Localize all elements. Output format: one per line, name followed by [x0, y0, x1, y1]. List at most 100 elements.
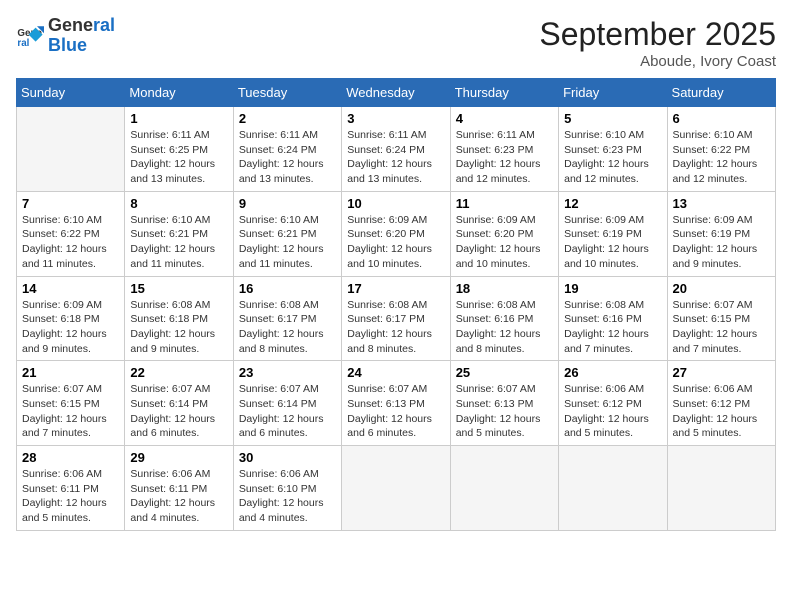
logo-text-line1: General [48, 16, 115, 36]
day-info: Sunrise: 6:06 AMSunset: 6:11 PMDaylight:… [22, 467, 119, 526]
day-info: Sunrise: 6:11 AMSunset: 6:24 PMDaylight:… [347, 128, 444, 187]
day-number: 13 [673, 196, 770, 211]
calendar-cell: 8 Sunrise: 6:10 AMSunset: 6:21 PMDaylight… [125, 191, 233, 276]
day-info: Sunrise: 6:06 AMSunset: 6:12 PMDaylight:… [564, 382, 661, 441]
day-info: Sunrise: 6:07 AMSunset: 6:13 PMDaylight:… [456, 382, 553, 441]
calendar-cell: 24 Sunrise: 6:07 AMSunset: 6:13 PMDayligh… [342, 361, 450, 446]
weekday-header: Tuesday [233, 79, 341, 107]
day-number: 17 [347, 281, 444, 296]
day-number: 20 [673, 281, 770, 296]
calendar-cell [450, 446, 558, 531]
day-number: 25 [456, 365, 553, 380]
day-info: Sunrise: 6:11 AMSunset: 6:25 PMDaylight:… [130, 128, 227, 187]
logo: Gene ral General Blue [16, 16, 115, 56]
day-info: Sunrise: 6:07 AMSunset: 6:14 PMDaylight:… [239, 382, 336, 441]
day-info: Sunrise: 6:09 AMSunset: 6:19 PMDaylight:… [564, 213, 661, 272]
day-number: 7 [22, 196, 119, 211]
page-header: Gene ral General Blue September 2025 Abo… [16, 16, 776, 70]
day-number: 5 [564, 111, 661, 126]
calendar-cell [17, 107, 125, 192]
calendar-week-row: 21Sunrise: 6:07 AMSunset: 6:15 PMDayligh… [17, 361, 776, 446]
calendar-week-row: 28Sunrise: 6:06 AMSunset: 6:11 PMDayligh… [17, 446, 776, 531]
calendar-cell: 26 Sunrise: 6:06 AMSunset: 6:12 PMDayligh… [559, 361, 667, 446]
calendar-cell: 19Sunrise: 6:08 AMSunset: 6:16 PMDayligh… [559, 276, 667, 361]
calendar-week-row: 1Sunrise: 6:11 AMSunset: 6:25 PMDaylight… [17, 107, 776, 192]
calendar-table: SundayMondayTuesdayWednesdayThursdayFrid… [16, 78, 776, 531]
day-info: Sunrise: 6:09 AMSunset: 6:18 PMDaylight:… [22, 298, 119, 357]
title-block: September 2025 Aboude, Ivory Coast [539, 16, 776, 70]
calendar-cell: 10 Sunrise: 6:09 AMSunset: 6:20 PMDayligh… [342, 191, 450, 276]
calendar-cell: 13 Sunrise: 6:09 AMSunset: 6:19 PMDayligh… [667, 191, 775, 276]
calendar-cell: 14 Sunrise: 6:09 AMSunset: 6:18 PMDayligh… [17, 276, 125, 361]
calendar-week-row: 7 Sunrise: 6:10 AMSunset: 6:22 PMDaylight… [17, 191, 776, 276]
day-info: Sunrise: 6:10 AMSunset: 6:21 PMDaylight:… [130, 213, 227, 272]
day-info: Sunrise: 6:09 AMSunset: 6:20 PMDaylight:… [347, 213, 444, 272]
calendar-cell: 3 Sunrise: 6:11 AMSunset: 6:24 PMDaylight… [342, 107, 450, 192]
day-info: Sunrise: 6:08 AMSunset: 6:16 PMDaylight:… [564, 298, 661, 357]
calendar-cell: 5 Sunrise: 6:10 AMSunset: 6:23 PMDaylight… [559, 107, 667, 192]
day-number: 16 [239, 281, 336, 296]
day-info: Sunrise: 6:06 AMSunset: 6:12 PMDaylight:… [673, 382, 770, 441]
day-info: Sunrise: 6:07 AMSunset: 6:13 PMDaylight:… [347, 382, 444, 441]
logo-icon: Gene ral [16, 22, 44, 50]
calendar-header-row: SundayMondayTuesdayWednesdayThursdayFrid… [17, 79, 776, 107]
day-number: 4 [456, 111, 553, 126]
day-info: Sunrise: 6:10 AMSunset: 6:21 PMDaylight:… [239, 213, 336, 272]
calendar-cell [667, 446, 775, 531]
day-info: Sunrise: 6:08 AMSunset: 6:17 PMDaylight:… [239, 298, 336, 357]
day-number: 10 [347, 196, 444, 211]
month-title: September 2025 [539, 16, 776, 53]
calendar-cell: 15 Sunrise: 6:08 AMSunset: 6:18 PMDayligh… [125, 276, 233, 361]
day-info: Sunrise: 6:10 AMSunset: 6:22 PMDaylight:… [22, 213, 119, 272]
calendar-cell: 7 Sunrise: 6:10 AMSunset: 6:22 PMDaylight… [17, 191, 125, 276]
day-number: 8 [130, 196, 227, 211]
weekday-header: Saturday [667, 79, 775, 107]
day-number: 26 [564, 365, 661, 380]
location-title: Aboude, Ivory Coast [539, 53, 776, 70]
day-number: 3 [347, 111, 444, 126]
day-number: 29 [130, 450, 227, 465]
calendar-cell: 2Sunrise: 6:11 AMSunset: 6:24 PMDaylight… [233, 107, 341, 192]
calendar-cell: 18Sunrise: 6:08 AMSunset: 6:16 PMDayligh… [450, 276, 558, 361]
day-info: Sunrise: 6:06 AMSunset: 6:11 PMDaylight:… [130, 467, 227, 526]
day-info: Sunrise: 6:08 AMSunset: 6:18 PMDaylight:… [130, 298, 227, 357]
logo-text-line2: Blue [48, 36, 115, 56]
day-number: 6 [673, 111, 770, 126]
day-number: 23 [239, 365, 336, 380]
day-number: 2 [239, 111, 336, 126]
day-number: 12 [564, 196, 661, 211]
weekday-header: Thursday [450, 79, 558, 107]
calendar-cell: 9 Sunrise: 6:10 AMSunset: 6:21 PMDaylight… [233, 191, 341, 276]
day-number: 15 [130, 281, 227, 296]
day-info: Sunrise: 6:10 AMSunset: 6:22 PMDaylight:… [673, 128, 770, 187]
calendar-cell: 11 Sunrise: 6:09 AMSunset: 6:20 PMDayligh… [450, 191, 558, 276]
calendar-cell: 21Sunrise: 6:07 AMSunset: 6:15 PMDayligh… [17, 361, 125, 446]
calendar-cell: 20Sunrise: 6:07 AMSunset: 6:15 PMDayligh… [667, 276, 775, 361]
day-number: 11 [456, 196, 553, 211]
calendar-cell: 6 Sunrise: 6:10 AMSunset: 6:22 PMDaylight… [667, 107, 775, 192]
calendar-cell: 27Sunrise: 6:06 AMSunset: 6:12 PMDayligh… [667, 361, 775, 446]
day-info: Sunrise: 6:09 AMSunset: 6:20 PMDaylight:… [456, 213, 553, 272]
calendar-cell: 29 Sunrise: 6:06 AMSunset: 6:11 PMDayligh… [125, 446, 233, 531]
day-info: Sunrise: 6:08 AMSunset: 6:17 PMDaylight:… [347, 298, 444, 357]
weekday-header: Sunday [17, 79, 125, 107]
calendar-cell: 23 Sunrise: 6:07 AMSunset: 6:14 PMDayligh… [233, 361, 341, 446]
calendar-cell: 12 Sunrise: 6:09 AMSunset: 6:19 PMDayligh… [559, 191, 667, 276]
day-info: Sunrise: 6:11 AMSunset: 6:23 PMDaylight:… [456, 128, 553, 187]
calendar-cell: 16 Sunrise: 6:08 AMSunset: 6:17 PMDayligh… [233, 276, 341, 361]
svg-text:ral: ral [17, 38, 29, 49]
day-info: Sunrise: 6:09 AMSunset: 6:19 PMDaylight:… [673, 213, 770, 272]
day-info: Sunrise: 6:10 AMSunset: 6:23 PMDaylight:… [564, 128, 661, 187]
calendar-cell: 28Sunrise: 6:06 AMSunset: 6:11 PMDayligh… [17, 446, 125, 531]
day-number: 24 [347, 365, 444, 380]
day-number: 14 [22, 281, 119, 296]
calendar-cell [559, 446, 667, 531]
calendar-cell: 17 Sunrise: 6:08 AMSunset: 6:17 PMDayligh… [342, 276, 450, 361]
day-info: Sunrise: 6:07 AMSunset: 6:14 PMDaylight:… [130, 382, 227, 441]
weekday-header: Monday [125, 79, 233, 107]
day-number: 9 [239, 196, 336, 211]
day-info: Sunrise: 6:08 AMSunset: 6:16 PMDaylight:… [456, 298, 553, 357]
calendar-cell: 25 Sunrise: 6:07 AMSunset: 6:13 PMDayligh… [450, 361, 558, 446]
day-number: 21 [22, 365, 119, 380]
day-info: Sunrise: 6:06 AMSunset: 6:10 PMDaylight:… [239, 467, 336, 526]
